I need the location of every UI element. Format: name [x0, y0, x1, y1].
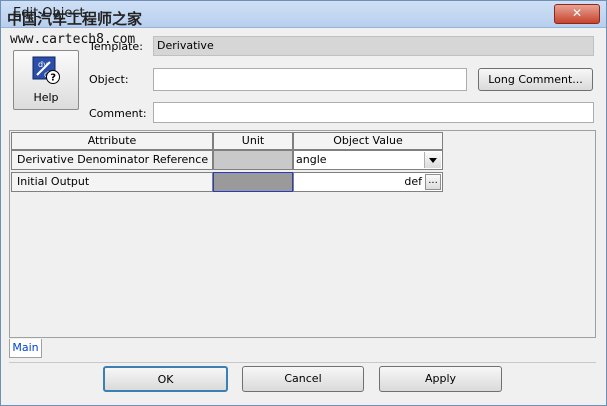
cancel-button[interactable]: Cancel: [242, 366, 364, 392]
value-input-text: def: [404, 175, 422, 188]
value-dropdown[interactable]: angle: [293, 150, 443, 170]
row-attribute: Derivative Denominator Reference: [11, 150, 213, 170]
divider: [9, 362, 596, 363]
ellipsis-button[interactable]: ...: [425, 174, 441, 190]
help-question-icon: dy dx ?: [32, 56, 60, 84]
object-input[interactable]: [153, 68, 467, 91]
chevron-down-icon[interactable]: [424, 152, 441, 168]
comment-label: Comment:: [89, 107, 147, 120]
value-dropdown-text: angle: [296, 153, 327, 166]
template-label: Template:: [89, 40, 143, 53]
header-attribute[interactable]: Attribute: [11, 132, 213, 150]
comment-input[interactable]: [153, 102, 594, 123]
help-button[interactable]: dy dx ? Help: [13, 50, 79, 110]
header-unit[interactable]: Unit: [213, 132, 293, 150]
svg-text:?: ?: [50, 73, 56, 84]
tab-main[interactable]: Main: [9, 339, 42, 358]
long-comment-button[interactable]: Long Comment...: [478, 68, 593, 91]
watermark-text: 中国汽车工程师之家: [7, 10, 143, 28]
template-field: Derivative: [153, 36, 594, 56]
header-object-value[interactable]: Object Value: [293, 132, 443, 150]
row-unit[interactable]: [213, 150, 293, 170]
close-button[interactable]: ✕: [554, 4, 600, 24]
row-unit-selected[interactable]: [213, 172, 293, 192]
value-input[interactable]: def ...: [293, 172, 443, 192]
svg-text:dy: dy: [38, 60, 48, 69]
ok-button[interactable]: OK: [103, 366, 228, 392]
apply-button[interactable]: Apply: [379, 366, 502, 392]
help-label: Help: [33, 91, 59, 104]
row-attribute: Initial Output: [11, 172, 213, 192]
object-label: Object:: [89, 73, 129, 86]
